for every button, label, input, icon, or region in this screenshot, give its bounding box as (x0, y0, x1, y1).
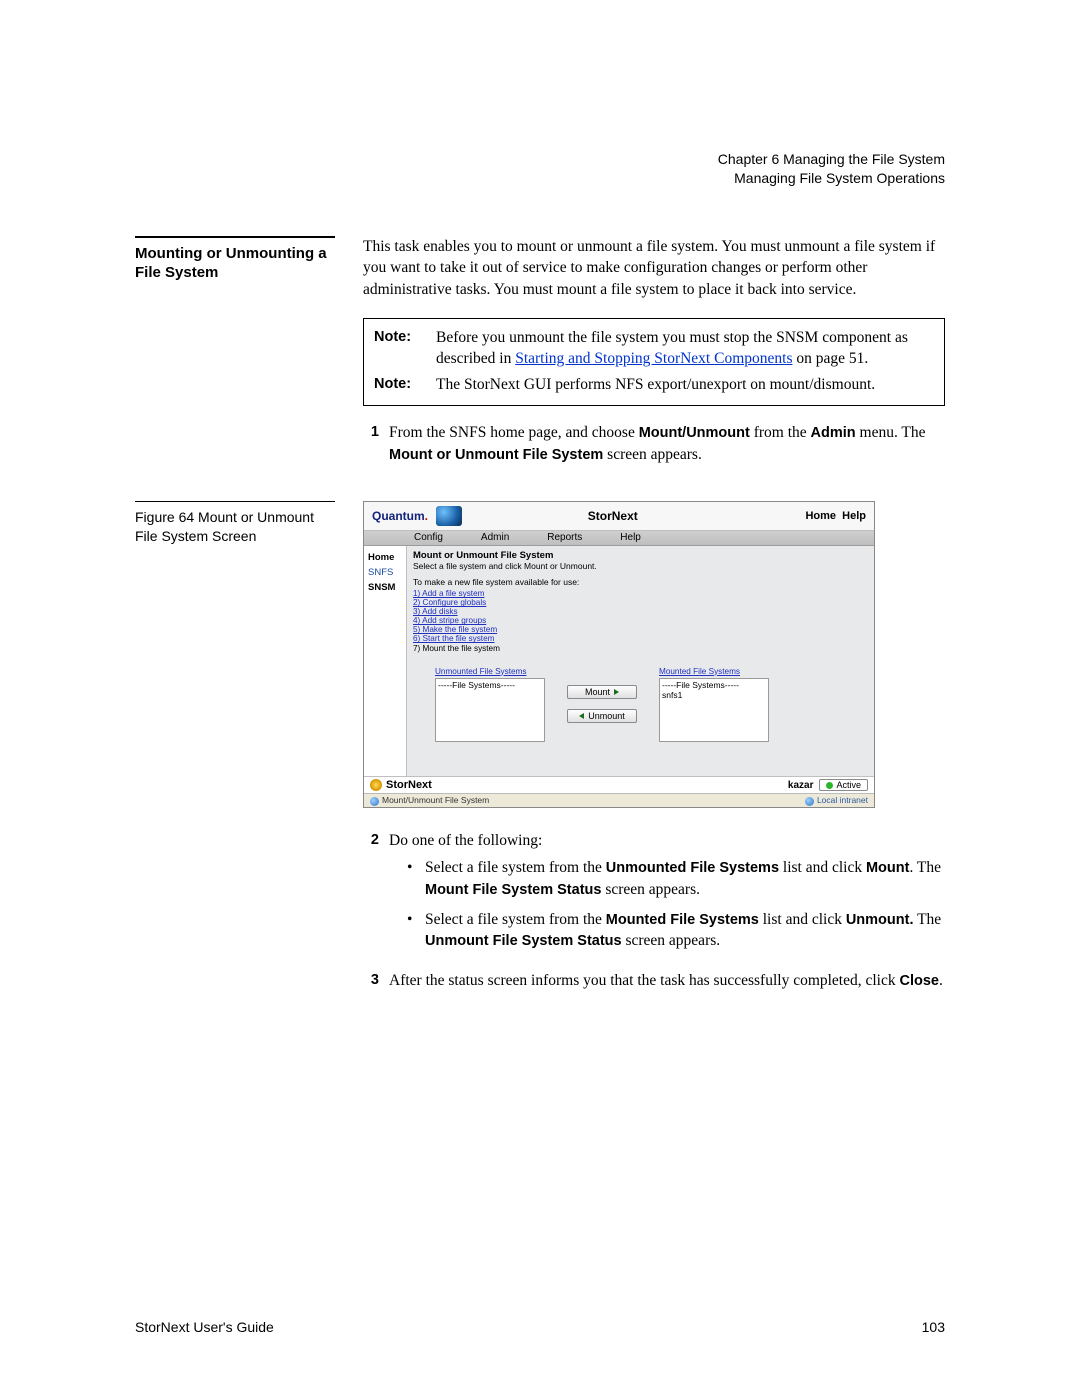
swirl-icon (370, 779, 382, 791)
active-pill: Active (819, 779, 868, 791)
bullet-icon: • (407, 857, 415, 900)
unmount-button[interactable]: Unmount (567, 709, 637, 723)
setup-step-link[interactable]: 1) Add a file system (413, 589, 484, 598)
bullet-icon: • (407, 909, 415, 952)
sidebar-item-home[interactable]: Home (364, 550, 406, 565)
setup-step-text: 7) Mount the file system (413, 644, 868, 653)
note-label: Note: (374, 374, 422, 395)
brand-logo: Quantum. (372, 509, 428, 523)
step-1-text: From the SNFS home page, and choose Moun… (389, 422, 945, 465)
app-titlebar: Quantum. StorNext Home Help (364, 502, 874, 531)
footer-brand: StorNext (386, 779, 788, 791)
footer-left: StorNext User's Guide (135, 1319, 274, 1335)
app-title: StorNext (480, 509, 805, 523)
note-link[interactable]: Starting and Stopping StorNext Component… (515, 350, 792, 367)
intro-paragraph: This task enables you to mount or unmoun… (363, 236, 945, 300)
main-panel: Mount or Unmount File System Select a fi… (407, 546, 874, 776)
mount-button[interactable]: Mount (567, 685, 637, 699)
panel-title: Mount or Unmount File System (413, 550, 868, 561)
setup-step-link[interactable]: 3) Add disks (413, 607, 458, 616)
mounted-listbox[interactable]: -----File Systems----- snfs1 (659, 678, 769, 742)
sidebar-item-snfs[interactable]: SNFS (364, 565, 406, 580)
footer-page-number: 103 (922, 1319, 945, 1335)
menu-help[interactable]: Help (620, 532, 641, 543)
ie-icon (370, 797, 379, 806)
note-box: Note: Before you unmount the file system… (363, 318, 945, 406)
setup-step-link[interactable]: 6) Start the file system (413, 634, 494, 643)
chapter-line: Chapter 6 Managing the File System (135, 150, 945, 169)
setup-step-link[interactable]: 2) Configure globals (413, 598, 486, 607)
home-link[interactable]: Home (805, 510, 836, 522)
screenshot-figure: Quantum. StorNext Home Help Config Admin… (363, 501, 875, 807)
arrow-right-icon (614, 689, 619, 695)
menubar: Config Admin Reports Help (364, 531, 874, 546)
globe-graphic-icon (436, 506, 462, 526)
step-2-text: Do one of the following: • Select a file… (389, 830, 945, 960)
step-number: 3 (363, 970, 379, 992)
status-left: Mount/Unmount File System (382, 795, 489, 805)
step-number: 2 (363, 830, 379, 960)
setup-steps: 1) Add a file system 2) Configure global… (413, 589, 868, 652)
bullet-text: Select a file system from the Mounted Fi… (425, 909, 945, 952)
status-right: Local intranet (817, 795, 868, 805)
page-footer: StorNext User's Guide 103 (135, 1319, 945, 1335)
sidebar: Home SNFS SNSM (364, 546, 407, 776)
sidebar-item-snsm[interactable]: SNSM (364, 580, 406, 595)
panel-subtitle: Select a file system and click Mount or … (413, 561, 868, 571)
setup-step-link[interactable]: 4) Add stripe groups (413, 616, 486, 625)
bullet-text: Select a file system from the Unmounted … (425, 857, 945, 900)
app-footer: StorNext kazar Active (364, 776, 874, 793)
mounted-label: Mounted File Systems (659, 667, 769, 676)
header-subtitle: Managing File System Operations (135, 169, 945, 188)
browser-statusbar: Mount/Unmount File System Local intranet (364, 793, 874, 806)
arrow-left-icon (579, 713, 584, 719)
page-header: Chapter 6 Managing the File System Manag… (135, 150, 945, 188)
step-number: 1 (363, 422, 379, 465)
note-text-1: Before you unmount the file system you m… (436, 327, 934, 370)
hostname: kazar (788, 780, 814, 791)
zone-icon (805, 797, 814, 806)
unmounted-listbox[interactable]: -----File Systems----- (435, 678, 545, 742)
help-link[interactable]: Help (842, 510, 866, 522)
note-label: Note: (374, 327, 422, 370)
make-label: To make a new file system available for … (413, 577, 868, 587)
setup-step-link[interactable]: 5) Make the file system (413, 625, 497, 634)
menu-config[interactable]: Config (414, 532, 443, 543)
unmounted-label: Unmounted File Systems (435, 667, 545, 676)
section-heading: Mounting or Unmounting a File System (135, 236, 335, 283)
note-text-2: The StorNext GUI performs NFS export/une… (436, 374, 875, 395)
figure-caption: Figure 64 Mount or Unmount File System S… (135, 501, 335, 546)
step-3-text: After the status screen informs you that… (389, 970, 945, 992)
status-dot-icon (826, 782, 833, 789)
menu-reports[interactable]: Reports (547, 532, 582, 543)
menu-admin[interactable]: Admin (481, 532, 509, 543)
mounted-item[interactable]: snfs1 (662, 690, 766, 700)
